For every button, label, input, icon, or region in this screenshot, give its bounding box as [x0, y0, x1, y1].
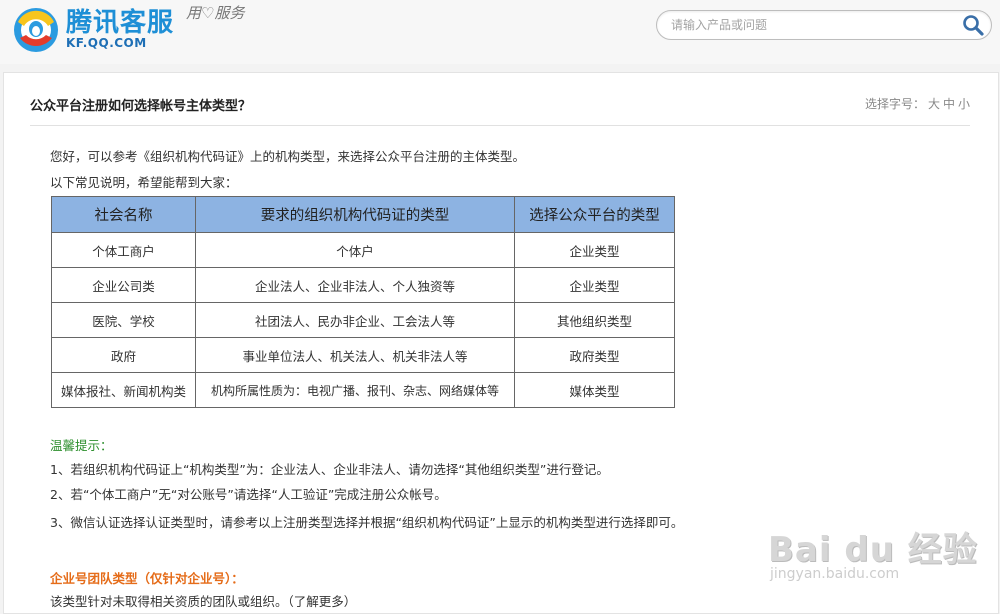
font-size-large[interactable]: 大 — [928, 97, 940, 111]
page-title: 公众平台注册如何选择帐号主体类型？ — [30, 99, 252, 114]
table-cell: 机构所属性质为：电视广播、报刊、杂志、网络媒体等 — [195, 372, 515, 408]
tip-3: 3、微信认证选择认证类型时，请参考以上注册类型选择并根据“组织机构代码证”上显示… — [50, 515, 684, 530]
brand-url: KF.QQ.COM — [66, 36, 147, 50]
tips-title: 温馨提示： — [50, 438, 113, 453]
table-cell: 政府类型 — [514, 337, 675, 373]
font-size-small[interactable]: 小 — [958, 97, 970, 111]
table-row: 政府 事业单位法人、机关法人、机关非法人等 政府类型 — [51, 337, 675, 373]
table-cell: 个体工商户 — [51, 232, 196, 268]
table-cell: 医院、学校 — [51, 302, 196, 338]
table-cell: 个体户 — [195, 232, 515, 268]
brand-slogan: 用♡服务 — [186, 4, 245, 22]
search-icon[interactable] — [961, 13, 985, 37]
table-cell: 企业类型 — [514, 232, 675, 268]
table-cell: 企业法人、企业非法人、个人独资等 — [195, 267, 515, 303]
table-cell: 社团法人、民办非企业、工会法人等 — [195, 302, 515, 338]
table-cell: 政府 — [51, 337, 196, 373]
table-cell: 其他组织类型 — [514, 302, 675, 338]
team-type-desc[interactable]: 该类型针对未取得相关资质的团队或组织。（了解更多） — [50, 591, 356, 610]
team-type-title: 企业号团队类型（仅针对企业号）： — [50, 571, 244, 586]
search-box — [656, 10, 992, 40]
font-size-medium[interactable]: 中 — [943, 97, 955, 111]
table-row: 医院、学校 社团法人、民办非企业、工会法人等 其他组织类型 — [51, 302, 675, 338]
font-size-label: 选择字号： — [864, 97, 925, 111]
table-cell: 媒体报社、新闻机构类 — [51, 372, 196, 408]
table-row: 个体工商户 个体户 企业类型 — [51, 232, 675, 268]
search-input[interactable] — [671, 15, 941, 35]
table-cell: 企业公司类 — [51, 267, 196, 303]
table-header-row: 社会名称 要求的组织机构代码证的类型 选择公众平台的类型 — [51, 196, 675, 233]
table-header-cell: 选择公众平台的类型 — [514, 196, 675, 233]
table-cell: 事业单位法人、机关法人、机关非法人等 — [195, 337, 515, 373]
tencent-service-logo-icon[interactable] — [10, 2, 62, 54]
tip-1: 1、若组织机构代码证上“机构类型”为：企业法人、企业非法人、请勿选择“其他组织类… — [50, 462, 609, 477]
table-row: 企业公司类 企业法人、企业非法人、个人独资等 企业类型 — [51, 267, 675, 303]
tip-2: 2、若“个体工商户”无“对公账号”请选择“人工验证”完成注册公众帐号。 — [50, 487, 447, 502]
table-cell: 企业类型 — [514, 267, 675, 303]
table-header-cell: 社会名称 — [51, 196, 196, 233]
table-header-cell: 要求的组织机构代码证的类型 — [195, 196, 515, 233]
intro-line-1: 您好，可以参考《组织机构代码证》上的机构类型，来选择公众平台注册的主体类型。 — [50, 149, 526, 164]
brand-name[interactable]: 腾讯客服 — [66, 2, 174, 39]
intro-line-2: 以下常见说明，希望能帮到大家： — [50, 175, 238, 190]
site-header: 腾讯客服 KF.QQ.COM 用♡服务 — [0, 0, 1000, 64]
font-size-selector: 选择字号：大中小 — [865, 95, 970, 112]
title-divider — [30, 125, 970, 126]
table-row: 媒体报社、新闻机构类 机构所属性质为：电视广播、报刊、杂志、网络媒体等 媒体类型 — [51, 372, 675, 408]
table-cell: 媒体类型 — [514, 372, 675, 408]
entity-type-table: 社会名称 要求的组织机构代码证的类型 选择公众平台的类型 个体工商户 个体户 企… — [51, 196, 675, 408]
article-card: 公众平台注册如何选择帐号主体类型？ 选择字号：大中小 您好，可以参考《组织机构代… — [3, 72, 999, 614]
